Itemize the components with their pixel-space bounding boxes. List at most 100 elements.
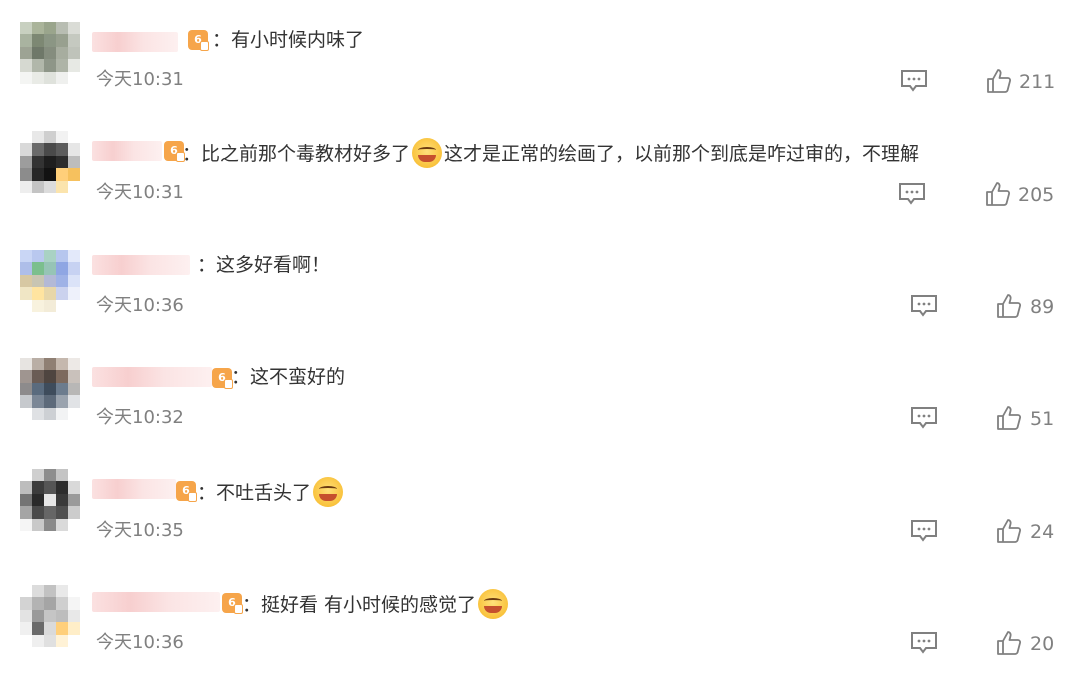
avatar-pixel [68,22,80,35]
screaming-emoji-icon [313,477,344,507]
vip-badge-icon[interactable]: 6 [222,593,243,614]
comment-time: 今天10:32 [96,407,184,428]
username[interactable] [92,367,212,387]
avatar-pixel [44,131,56,144]
avatar[interactable] [20,22,80,84]
avatar-pixel [20,143,32,156]
avatar[interactable] [20,358,80,420]
avatar-pixel [32,609,44,623]
avatar[interactable] [20,469,80,531]
like-icon[interactable] [985,181,1011,207]
avatar-pixel [32,395,44,408]
avatar-pixel [56,168,68,181]
vip-badge-icon[interactable]: 6 [164,141,185,162]
username[interactable] [92,255,190,275]
like-icon[interactable] [996,518,1022,544]
avatar-pixel [56,287,68,300]
avatar-pixel [68,506,80,519]
avatar-pixel [20,395,32,408]
like-icon[interactable] [996,293,1022,319]
comment-item: 6 ：不吐舌头了 今天10:35 24 [0,463,1072,575]
comment-body: 挺好看 有小时候的感觉了 [261,594,477,616]
avatar-pixel [44,262,56,275]
vip-badge-icon[interactable]: 6 [212,368,233,389]
reply-icon[interactable] [910,406,938,430]
avatar-pixel [56,609,68,623]
avatar-pixel [56,299,68,312]
like-count: 24 [1030,521,1055,543]
avatar[interactable] [20,131,80,193]
avatar-pixel [56,370,68,383]
avatar-pixel [56,622,68,635]
username[interactable] [92,32,178,52]
comment-time: 今天10:31 [96,182,184,203]
username[interactable] [92,479,176,499]
reply-icon[interactable] [910,519,938,543]
avatar-pixel [32,622,44,635]
avatar-pixel [44,622,56,635]
avatar[interactable] [20,585,80,647]
avatar-pixel [56,155,68,169]
avatar-pixel [44,518,56,531]
avatar-pixel [68,299,80,312]
avatar-pixel [68,395,80,408]
avatar-pixel [44,597,56,610]
avatar-pixel [20,358,32,371]
flower-happy-emoji-icon [478,589,509,619]
avatar-pixel [44,382,56,396]
reply-icon[interactable] [900,69,928,93]
comment-text: ：有小时候内味了 [212,27,364,53]
vip-badge-icon[interactable]: 6 [176,481,197,502]
avatar-pixel [56,407,68,420]
username[interactable] [92,141,162,161]
comment-item: 6 ：有小时候内味了 今天10:31 211 [0,12,1072,124]
vip-badge-icon[interactable]: 6 [188,30,209,51]
like-icon[interactable] [986,68,1012,94]
reply-icon[interactable] [898,182,926,206]
avatar-pixel [44,407,56,420]
avatar-pixel [20,518,32,531]
avatar-pixel [56,469,68,482]
avatar-pixel [44,71,56,84]
comment-colon: ： [242,594,262,616]
avatar-pixel [68,180,80,193]
avatar-pixel [56,585,68,598]
avatar-pixel [44,585,56,598]
avatar-pixel [68,131,80,144]
comment-time: 今天10:36 [96,295,184,316]
avatar-pixel [44,59,56,72]
avatar-pixel [56,131,68,144]
username[interactable] [92,592,220,612]
avatar-pixel [68,585,80,598]
avatar-pixel [20,34,32,47]
avatar-pixel [68,46,80,60]
avatar-pixel [56,382,68,396]
avatar-pixel [20,46,32,60]
avatar-pixel [44,22,56,35]
comment-item: 6 ：挺好看 有小时候的感觉了 今天10:36 20 [0,575,1072,687]
avatar[interactable] [20,250,80,312]
avatar-pixel [20,71,32,84]
avatar-pixel [32,518,44,531]
avatar-pixel [56,34,68,47]
reply-icon[interactable] [910,631,938,655]
avatar-pixel [56,518,68,531]
avatar-pixel [44,481,56,494]
avatar-pixel [20,370,32,383]
avatar-pixel [32,22,44,35]
laughing-tears-emoji-icon [412,138,443,168]
avatar-pixel [68,597,80,610]
comment-colon: ： [197,482,217,504]
avatar-pixel [20,506,32,519]
avatar-pixel [20,609,32,623]
reply-icon[interactable] [910,294,938,318]
comment-text: ：比之前那个毒教材好多了 这才是正常的绘画了，以前那个到底是咋过审的，不理解 [182,138,919,168]
avatar-pixel [56,481,68,494]
avatar-pixel [20,634,32,647]
like-icon[interactable] [996,405,1022,431]
avatar-pixel [44,34,56,47]
avatar-pixel [56,71,68,84]
avatar-pixel [68,168,80,181]
like-icon[interactable] [996,630,1022,656]
avatar-pixel [32,46,44,60]
